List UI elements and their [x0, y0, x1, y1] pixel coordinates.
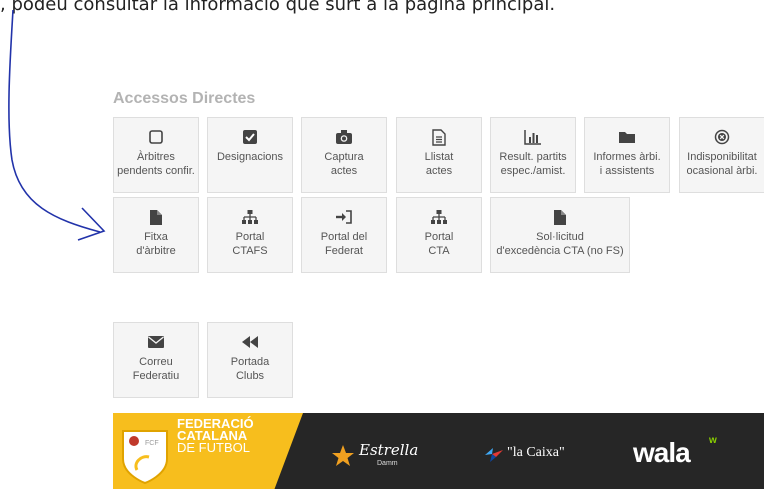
tile-arbitres-pendents[interactable]: Àrbitres pendents confir.	[113, 117, 199, 193]
square-icon	[148, 128, 164, 146]
tile-label: d'àrbitre	[136, 245, 176, 257]
envelope-icon	[147, 333, 165, 351]
tile-label: ocasional àrbi.	[686, 165, 758, 177]
sitemap-icon	[430, 208, 448, 226]
fcf-shield-logo: FCF	[122, 430, 168, 485]
tile-portal-cta[interactable]: Portal CTA	[396, 197, 482, 273]
tile-label: d'excedència CTA (no FS)	[496, 245, 624, 257]
tile-informes-arbi[interactable]: Informes àrbi. i assistents	[584, 117, 670, 193]
backward-icon	[241, 333, 259, 351]
tile-captura-actes[interactable]: Captura actes	[301, 117, 387, 193]
lacaixa-star-icon	[485, 448, 503, 462]
tile-fitxa-arbitre[interactable]: Fitxa d'àrbitre	[113, 197, 199, 273]
tile-portada-clubs[interactable]: Portada Clubs	[207, 322, 293, 398]
tile-label: Àrbitres	[137, 151, 175, 163]
footer-sponsors: FCF FEDERACIÓ CATALANA DE FUTBOL Estrell…	[113, 413, 764, 489]
tile-result-partits[interactable]: Result. partits espec./amist.	[490, 117, 576, 193]
tile-label: Designacions	[216, 151, 284, 163]
times-circle-icon	[714, 128, 730, 146]
fcf-logo-text: FCF	[145, 440, 159, 447]
tile-label: Portal	[235, 231, 265, 243]
tile-label: Correu	[139, 356, 173, 368]
federacio-logo-text: FEDERACIÓ CATALANA DE FUTBOL	[177, 417, 254, 455]
tile-label: actes	[330, 165, 358, 177]
tile-label: Llistat	[424, 151, 454, 163]
file-icon	[553, 208, 567, 226]
tile-label: i assistents	[599, 165, 655, 177]
tile-label: Fitxa	[144, 231, 168, 243]
camera-icon	[335, 128, 353, 146]
tile-label: Clubs	[235, 370, 265, 382]
star-icon	[332, 445, 354, 466]
tile-label: Result. partits	[499, 151, 567, 163]
tile-label: Informes àrbi.	[593, 151, 661, 163]
tile-llistat-actes[interactable]: Llistat actes	[396, 117, 482, 193]
tile-sollicitud-excedencia[interactable]: Sol·licitud d'excedència CTA (no FS)	[490, 197, 630, 273]
check-square-icon	[242, 128, 258, 146]
sign-in-icon	[335, 208, 353, 226]
bar-chart-icon	[524, 128, 542, 146]
sponsor-estrella-sub: Damm	[377, 460, 398, 467]
fed-line: DE FUTBOL	[177, 440, 250, 455]
sponsor-wala: wala	[633, 437, 691, 468]
tile-label: Indisponibilitat	[687, 151, 757, 163]
sponsor-lacaixa: "la Caixa"	[507, 445, 565, 460]
tile-label: Federat	[325, 245, 363, 257]
sponsor-wala-mark: w	[709, 435, 717, 446]
tile-label: Portal	[424, 231, 454, 243]
tile-label: Federatiu	[132, 370, 180, 382]
tile-designacions[interactable]: Designacions	[207, 117, 293, 193]
tile-indisponibilitat[interactable]: Indisponibilitat ocasional àrbi.	[679, 117, 764, 193]
tile-portal-federat[interactable]: Portal del Federat	[301, 197, 387, 273]
tile-label: Captura	[324, 151, 364, 163]
tile-portal-ctafs[interactable]: Portal CTAFS	[207, 197, 293, 273]
sponsor-estrella: Estrella	[359, 441, 419, 459]
tile-label: Portada	[230, 356, 270, 368]
file-icon	[149, 208, 163, 226]
tile-label: Portal del	[320, 231, 368, 243]
tile-label: CTAFS	[232, 245, 268, 257]
section-title: Accessos Directes	[113, 90, 256, 107]
document-text-icon	[432, 128, 446, 146]
tile-correu-federatiu[interactable]: Correu Federatiu	[113, 322, 199, 398]
tile-label: pendents confir.	[117, 165, 195, 177]
tile-label: Sol·licitud	[536, 231, 584, 243]
tile-label: actes	[425, 165, 453, 177]
folder-icon	[618, 128, 636, 146]
sitemap-icon	[241, 208, 259, 226]
tile-label: CTA	[428, 245, 450, 257]
tile-label: espec./amist.	[500, 165, 566, 177]
